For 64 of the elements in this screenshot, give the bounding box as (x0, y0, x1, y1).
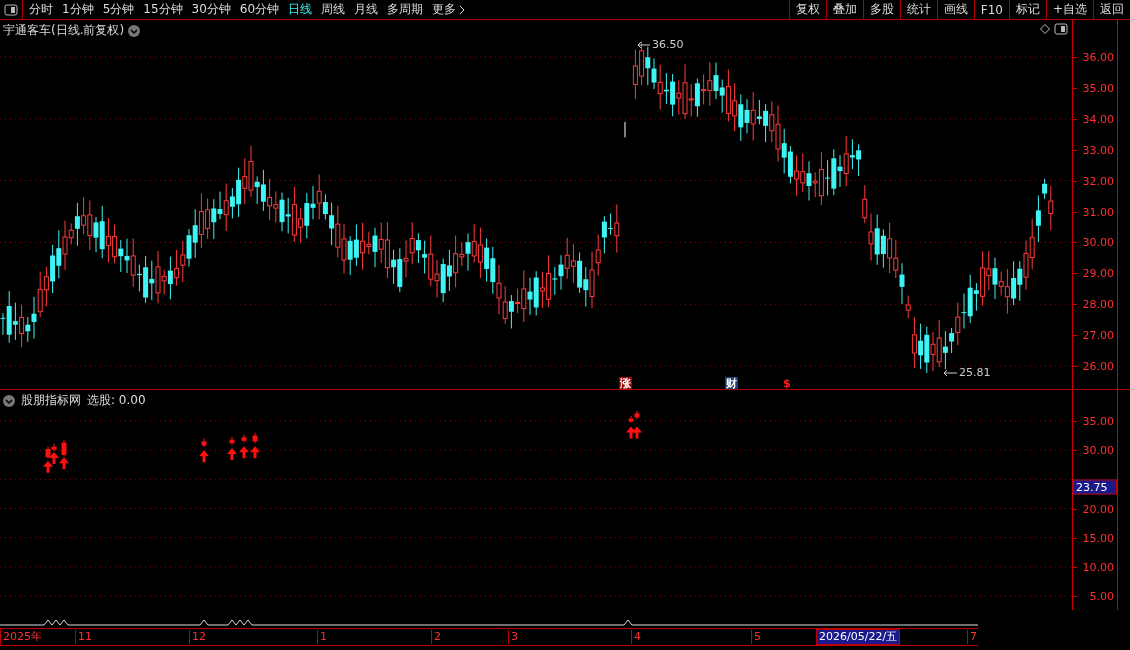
panel-toggle-icon[interactable] (1054, 23, 1068, 35)
axis-label: 35.00 (1082, 414, 1114, 428)
period-tab[interactable]: 60分钟 (239, 1, 280, 18)
period-tab[interactable]: 30分钟 (191, 1, 231, 18)
high-price-label: 36.50 (652, 38, 684, 51)
toolbar-button[interactable]: +自选 (1045, 0, 1093, 19)
chevron-right-icon (459, 4, 466, 15)
period-tab[interactable]: 日线 (288, 1, 313, 18)
toolbar-button[interactable]: 统计 (899, 0, 937, 19)
indicator-title: 股朋指标网 (21, 392, 81, 409)
date-label: 11 (75, 630, 92, 644)
toolbar-button[interactable]: 复权 (788, 0, 826, 19)
date-label: 5 (751, 630, 761, 644)
axis-label: 29.00 (1082, 266, 1114, 280)
leader-line (943, 369, 958, 377)
period-tab[interactable]: 分时 (29, 1, 53, 18)
axis-label: 15.00 (1082, 531, 1114, 545)
toolbar-button[interactable]: 返回 (1093, 0, 1130, 19)
leader-line (637, 41, 651, 49)
cursor-date-label: 2026/05/22/五 (816, 629, 901, 645)
more-button[interactable]: 更多 (432, 1, 466, 18)
date-label: 2025年 (2, 630, 42, 644)
period-tab[interactable]: 月线 (354, 1, 379, 18)
axis-label: 20.00 (1082, 502, 1114, 515)
date-label: 2 (431, 630, 441, 644)
axis-label: 30.00 (1082, 443, 1114, 457)
indicator-reading: 选股: 0.00 (87, 392, 146, 409)
date-label: 7 (967, 630, 977, 644)
period-tab[interactable]: 多周期 (387, 1, 424, 18)
event-marker[interactable]: $ (782, 377, 792, 389)
axis-label: 32.00 (1082, 174, 1114, 188)
toolbar-button[interactable]: 叠加 (825, 0, 863, 19)
axis-label: 27.00 (1082, 328, 1114, 342)
axis-label: 5.00 (1089, 589, 1114, 603)
date-label: 4 (631, 630, 641, 644)
event-badge[interactable]: 涨 (619, 377, 632, 389)
axis-label: 36.00 (1082, 50, 1114, 64)
axis-label: 28.00 (1082, 297, 1114, 311)
axis-label: 10.00 (1082, 560, 1114, 574)
axis-label: 26.00 (1082, 359, 1114, 373)
period-tab[interactable]: 15分钟 (143, 1, 183, 18)
date-label: 12 (189, 630, 206, 644)
chart-title: 宇通客车(日线.前复权) (3, 22, 125, 39)
axis-label: 33.00 (1082, 143, 1114, 157)
axis-label: 35.00 (1082, 81, 1114, 95)
date-label: 3 (508, 630, 518, 644)
event-badge[interactable]: 财 (725, 377, 738, 389)
axis-label: 31.00 (1082, 205, 1114, 218)
panel-toggle-icon[interactable] (4, 3, 18, 16)
toolbar-button[interactable]: F10 (973, 0, 1009, 19)
toolbar-button[interactable]: 标记 (1008, 0, 1046, 19)
period-tab[interactable]: 周线 (321, 1, 346, 18)
dropdown-icon[interactable] (3, 394, 15, 407)
date-label: 1 (317, 630, 327, 644)
cursor-price-label: 23.75 (1073, 479, 1117, 495)
axis-label: 34.00 (1082, 112, 1114, 126)
axis-label: 30.00 (1082, 235, 1114, 249)
diamond-icon[interactable] (1040, 24, 1050, 34)
toolbar-button[interactable]: 多股 (862, 0, 900, 19)
dropdown-icon[interactable] (128, 24, 141, 37)
period-tab[interactable]: 1分钟 (62, 1, 94, 18)
period-tab[interactable]: 5分钟 (102, 1, 135, 18)
low-price-label: 25.81 (959, 366, 991, 379)
toolbar-button[interactable]: 画线 (936, 0, 974, 19)
